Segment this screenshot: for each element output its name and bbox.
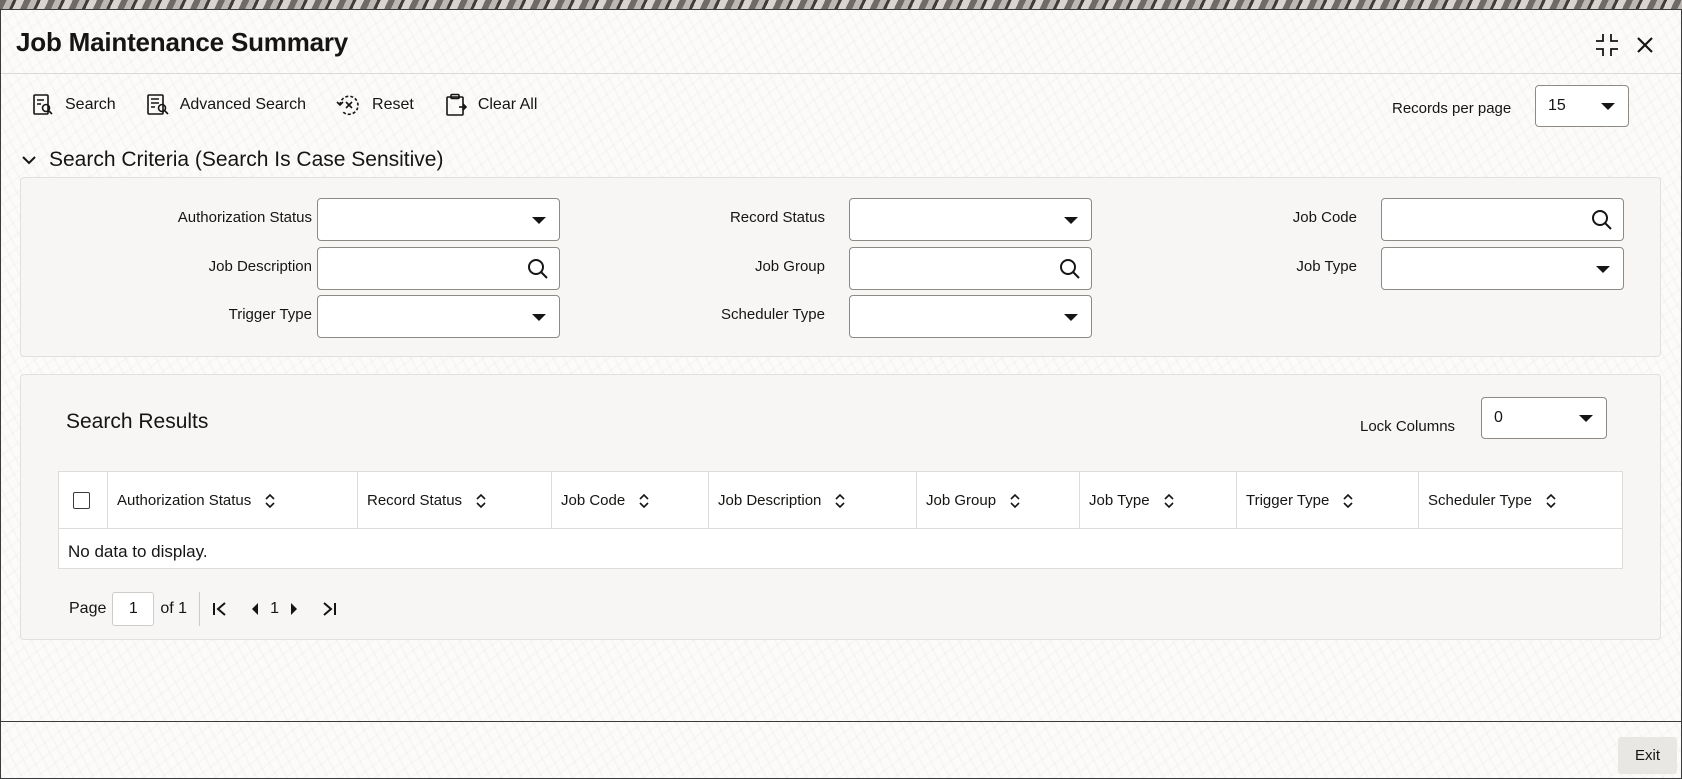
chevron-down-icon — [532, 313, 546, 321]
footer-divider — [1, 721, 1681, 722]
records-per-page-select[interactable]: 15 — [1535, 85, 1629, 127]
select-all-cell — [59, 472, 107, 529]
authorization-status-label: Authorization Status — [177, 209, 312, 226]
column-header-label: Job Type — [1089, 492, 1150, 509]
current-page-number: 1 — [270, 600, 279, 617]
search-button[interactable]: Search — [31, 93, 116, 117]
chevron-down-icon — [532, 216, 546, 224]
page-number-value: 1 — [128, 600, 138, 617]
clear-all-button[interactable]: Clear All — [444, 93, 538, 117]
job-code-field[interactable] — [1381, 198, 1624, 241]
table-header-row: Authorization Status Record Status Job C… — [59, 472, 1622, 529]
column-header[interactable]: Job Description — [708, 472, 916, 529]
lock-columns-label: Lock Columns — [1360, 418, 1456, 435]
advanced-search-button-label: Advanced Search — [179, 96, 307, 113]
chevron-down-icon — [1064, 216, 1078, 224]
chevron-down-icon — [1064, 313, 1078, 321]
sort-icon — [1010, 493, 1020, 508]
lock-columns-value: 0 — [1494, 409, 1503, 426]
search-icon — [528, 258, 548, 279]
search-criteria-panel: Authorization Status Record Status Job C… — [20, 177, 1661, 357]
job-description-label: Job Description — [208, 258, 312, 275]
empty-table-message: No data to display. — [68, 542, 208, 561]
search-results-title: Search Results — [66, 410, 209, 433]
toolbar: Search Advanced Search Reset Clear All — [31, 88, 567, 122]
record-status-select[interactable] — [849, 198, 1092, 241]
advanced-search-button[interactable]: Advanced Search — [146, 93, 306, 117]
scheduler-type-select[interactable] — [849, 295, 1092, 338]
search-criteria-header: Search Criteria (Search Is Case Sensitiv… — [49, 148, 444, 171]
page-count-label: of 1 — [160, 600, 188, 617]
records-per-page-value: 15 — [1548, 97, 1566, 114]
sort-icon — [1164, 493, 1174, 508]
search-button-label: Search — [65, 96, 116, 113]
column-header[interactable]: Authorization Status — [107, 472, 357, 529]
sort-icon — [835, 493, 845, 508]
column-header[interactable]: Job Code — [551, 472, 708, 529]
first-page-icon[interactable] — [212, 601, 228, 617]
results-table: Authorization Status Record Status Job C… — [58, 471, 1623, 569]
pager-divider — [199, 592, 201, 626]
column-header-label: Job Description — [718, 492, 822, 509]
background-strip — [0, 0, 1682, 9]
page-label: Page — [69, 600, 107, 617]
maximize-icon[interactable] — [1592, 30, 1622, 60]
clear-all-button-label: Clear All — [477, 96, 538, 113]
trigger-type-label: Trigger Type — [228, 306, 312, 323]
advanced-search-icon — [146, 94, 169, 115]
scheduler-type-label: Scheduler Type — [721, 306, 825, 323]
column-header[interactable]: Trigger Type — [1236, 472, 1418, 529]
next-page-icon[interactable] — [289, 602, 299, 616]
chevron-down-icon — [22, 156, 36, 165]
last-page-icon[interactable] — [321, 601, 337, 617]
job-group-field[interactable] — [849, 247, 1092, 290]
title-divider — [1, 73, 1681, 74]
exit-button[interactable]: Exit — [1618, 737, 1677, 774]
page-title: Job Maintenance Summary — [16, 27, 349, 57]
column-header-label: Scheduler Type — [1428, 492, 1532, 509]
column-header-label: Authorization Status — [117, 492, 252, 509]
clipboard-icon — [446, 93, 467, 116]
job-group-label: Job Group — [754, 258, 825, 275]
sort-icon — [265, 493, 275, 508]
chevron-down-icon — [1579, 415, 1593, 422]
close-icon[interactable] — [1630, 30, 1660, 60]
column-header-label: Trigger Type — [1246, 492, 1330, 509]
record-status-label: Record Status — [729, 209, 825, 226]
page-number-input[interactable]: 1 — [112, 592, 155, 626]
column-header[interactable]: Scheduler Type — [1418, 472, 1622, 529]
select-all-checkbox[interactable] — [73, 492, 90, 509]
sort-icon — [476, 493, 486, 508]
column-header[interactable]: Record Status — [357, 472, 551, 529]
reset-icon — [336, 95, 359, 116]
trigger-type-select[interactable] — [317, 295, 560, 338]
column-header-label: Job Group — [926, 492, 997, 509]
sort-icon — [1343, 493, 1353, 508]
records-per-page-label: Records per page — [1392, 100, 1512, 117]
job-maintenance-summary-window: Job Maintenance Summary Search Advanced … — [0, 9, 1682, 779]
search-icon — [1060, 258, 1080, 279]
job-type-label: Job Type — [1296, 258, 1357, 275]
search-icon — [1592, 209, 1612, 230]
sort-icon — [1546, 493, 1556, 508]
previous-page-icon[interactable] — [250, 602, 260, 616]
authorization-status-select[interactable] — [317, 198, 560, 241]
search-criteria-toggle[interactable]: Search Criteria (Search Is Case Sensitiv… — [21, 148, 443, 172]
job-description-field[interactable] — [317, 247, 560, 290]
reset-button-label: Reset — [372, 96, 414, 113]
search-doc-icon — [33, 94, 53, 115]
column-header[interactable]: Job Type — [1079, 472, 1236, 529]
lock-columns-select[interactable]: 0 — [1481, 397, 1607, 439]
chevron-down-icon — [1601, 103, 1615, 110]
sort-icon — [639, 493, 649, 508]
pagination: Page 1 of 1 1 — [69, 592, 337, 626]
column-header-label: Job Code — [561, 492, 626, 509]
column-header-label: Record Status — [367, 492, 463, 509]
job-code-label: Job Code — [1292, 209, 1357, 226]
column-header[interactable]: Job Group — [916, 472, 1079, 529]
chevron-down-icon — [1596, 265, 1610, 273]
job-type-select[interactable] — [1381, 247, 1624, 290]
reset-button[interactable]: Reset — [336, 93, 414, 117]
